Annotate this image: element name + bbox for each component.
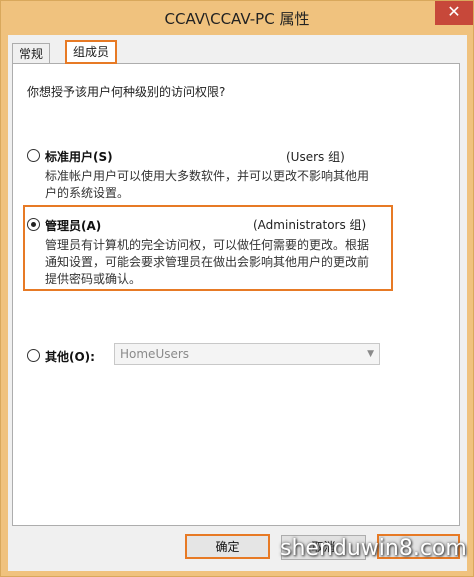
group-select[interactable]: HomeUsers ▼	[114, 343, 380, 365]
standard-user-radio[interactable]	[27, 149, 40, 162]
chevron-down-icon[interactable]: ▼	[367, 344, 374, 364]
group-select-value: HomeUsers	[120, 347, 190, 361]
access-question: 你想授予该用户何种级别的访问权限?	[27, 85, 226, 99]
title-bar[interactable]: CCAV\CCAV-PC 属性 ✕	[1, 1, 473, 35]
standard-user-label[interactable]: 标准用户(S)	[45, 148, 113, 165]
tab-members[interactable]: 组成员	[65, 40, 118, 64]
other-label[interactable]: 其他(O):	[45, 348, 95, 365]
standard-user-group: (Users 组)	[286, 150, 345, 164]
tab-general[interactable]: 常规	[12, 43, 51, 63]
admin-radio[interactable]	[27, 218, 40, 231]
admin-description: 管理员有计算机的完全访问权，可以做任何需要的更改。根据通知设置，可能会要求管理员…	[45, 238, 370, 286]
window-title: CCAV\CCAV-PC 属性	[164, 10, 310, 28]
ok-button[interactable]: 确定	[185, 534, 270, 559]
other-radio[interactable]	[27, 349, 40, 362]
site-watermark: shenduwin8.com	[280, 536, 467, 561]
members-panel: 你想授予该用户何种级别的访问权限? 标准用户(S) (Users 组) 标准帐户…	[12, 63, 460, 526]
properties-window: CCAV\CCAV-PC 属性 ✕ 常规 组成员 你想授予该用户何种级别的访问权…	[0, 0, 474, 577]
admin-label[interactable]: 管理员(A)	[45, 217, 101, 234]
dialog-body: 常规 组成员 你想授予该用户何种级别的访问权限? 标准用户(S) (Users …	[8, 35, 467, 571]
close-button[interactable]: ✕	[435, 1, 473, 25]
admin-group: (Administrators 组)	[253, 218, 367, 232]
close-icon: ✕	[447, 2, 461, 21]
standard-user-description: 标准帐户用户可以使用大多数软件，并可以更改不影响其他用户的系统设置。	[45, 169, 370, 200]
